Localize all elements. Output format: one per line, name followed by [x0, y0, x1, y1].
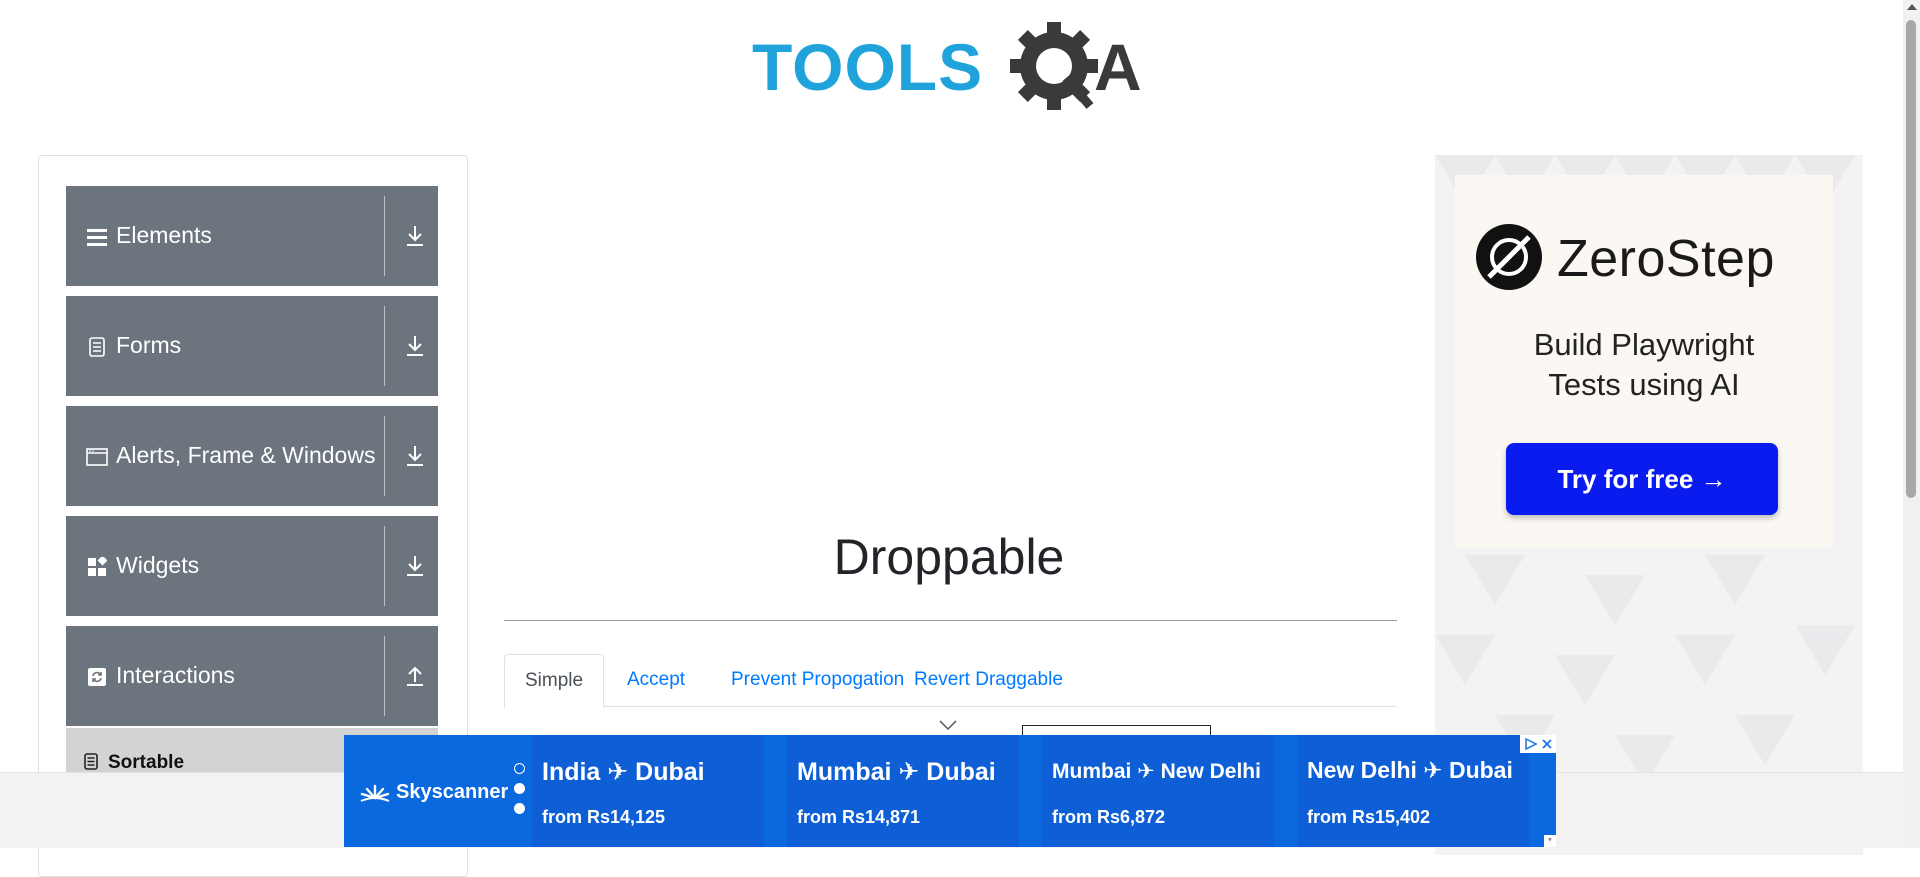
sidebar-group-alerts[interactable]: Alerts, Frame & Windows — [66, 406, 438, 506]
window-icon — [86, 446, 108, 468]
scrollbar-thumb[interactable] — [1906, 20, 1916, 498]
ad-corner-icon: * — [1544, 835, 1556, 847]
document-icon — [86, 336, 108, 358]
widgets-icon — [86, 556, 108, 578]
deal-card[interactable]: New Delhi ✈ Dubai from Rs15,402 — [1297, 735, 1529, 847]
tab-simple[interactable]: Simple — [504, 654, 605, 708]
deal-route: India ✈ Dubai — [542, 758, 705, 786]
divider — [384, 416, 385, 496]
adchoices-icon[interactable] — [1520, 735, 1556, 753]
chevron-down-icon — [938, 718, 958, 731]
sidebar-group-forms[interactable]: Forms — [66, 296, 438, 396]
title-divider — [504, 620, 1397, 621]
divider — [384, 526, 385, 606]
sidebar-group-label: Elements — [116, 222, 212, 248]
divider — [384, 636, 385, 716]
ad-card: ZeroStep Build Playwright Tests using AI… — [1455, 175, 1833, 548]
deal-card[interactable]: India ✈ Dubai from Rs14,125 — [532, 735, 764, 847]
svg-text:TOOLS: TOOLS — [752, 30, 983, 104]
download-arrow-icon — [404, 334, 426, 358]
sidebar-group-widgets[interactable]: Widgets — [66, 516, 438, 616]
download-arrow-icon — [404, 554, 426, 578]
deal-card[interactable]: Mumbai ✈ Dubai from Rs14,871 — [787, 735, 1019, 847]
try-for-free-button[interactable]: Try for free → — [1506, 443, 1778, 515]
upload-arrow-icon — [404, 664, 426, 688]
divider — [384, 196, 385, 276]
deal-price: from Rs14,871 — [797, 807, 921, 827]
sidebar-group-label: Alerts, Frame & Windows — [116, 442, 376, 468]
ad-tagline: Build Playwright Tests using AI — [1455, 325, 1833, 405]
page-scrollbar[interactable] — [1903, 0, 1920, 847]
carousel-dots[interactable] — [512, 763, 530, 833]
deal-card[interactable]: Mumbai ✈ New Delhi from Rs6,872 — [1042, 735, 1274, 847]
carousel-dot[interactable] — [514, 803, 525, 814]
ad-brand-name: ZeroStep — [1557, 230, 1775, 288]
ad-tagline-line2: Tests using AI — [1548, 367, 1740, 402]
tab-prevent-propogation[interactable]: Prevent Propogation — [711, 654, 924, 705]
sidebar-group-label: Forms — [116, 332, 182, 358]
tab-revert-draggable[interactable]: Revert Draggable — [894, 654, 1083, 705]
tab-bar: Simple Accept Prevent Propogation Revert… — [504, 654, 1397, 708]
deal-route: Mumbai ✈ New Delhi — [1052, 760, 1261, 783]
download-arrow-icon — [404, 224, 426, 248]
skyscanner-name: Skyscanner — [396, 781, 509, 803]
scroll-up-arrow-icon[interactable] — [1907, 4, 1917, 10]
ad-placeholder — [504, 160, 1394, 500]
sidebar-group-label: Widgets — [116, 552, 200, 578]
sunrise-icon — [360, 784, 390, 802]
deal-price: from Rs6,872 — [1052, 807, 1166, 827]
document-icon — [84, 753, 100, 771]
divider — [384, 306, 385, 386]
sidebar-item-label: Sortable — [108, 752, 185, 773]
deal-route: Mumbai ✈ Dubai — [797, 758, 996, 786]
deal-price: from Rs15,402 — [1307, 807, 1431, 827]
skyscanner-banner-ad[interactable]: Skyscanner India ✈ Dubai from Rs14,125 M… — [344, 735, 1556, 847]
page-title: Droppable — [833, 529, 1065, 585]
deal-route: New Delhi ✈ Dubai — [1307, 757, 1513, 783]
ad-tagline-line1: Build Playwright — [1533, 327, 1755, 362]
hamburger-icon — [86, 226, 108, 248]
deal-price: from Rs14,125 — [542, 807, 666, 827]
sidebar-group-elements[interactable]: Elements — [66, 186, 438, 286]
interactions-icon — [86, 666, 108, 688]
sidebar-group-interactions[interactable]: Interactions — [66, 626, 438, 726]
toolsqa-logo[interactable]: TOOLS A — [750, 18, 1155, 114]
zerostep-logo-icon — [1475, 223, 1543, 291]
sidebar-group-label: Interactions — [116, 662, 235, 688]
download-arrow-icon — [404, 444, 426, 468]
skyscanner-logo: Skyscanner — [360, 781, 508, 804]
carousel-dot[interactable] — [514, 763, 525, 774]
svg-text:A: A — [1094, 30, 1142, 104]
tab-accept[interactable]: Accept — [607, 654, 705, 705]
carousel-dot[interactable] — [514, 783, 525, 794]
close-icon[interactable] — [1541, 738, 1553, 750]
